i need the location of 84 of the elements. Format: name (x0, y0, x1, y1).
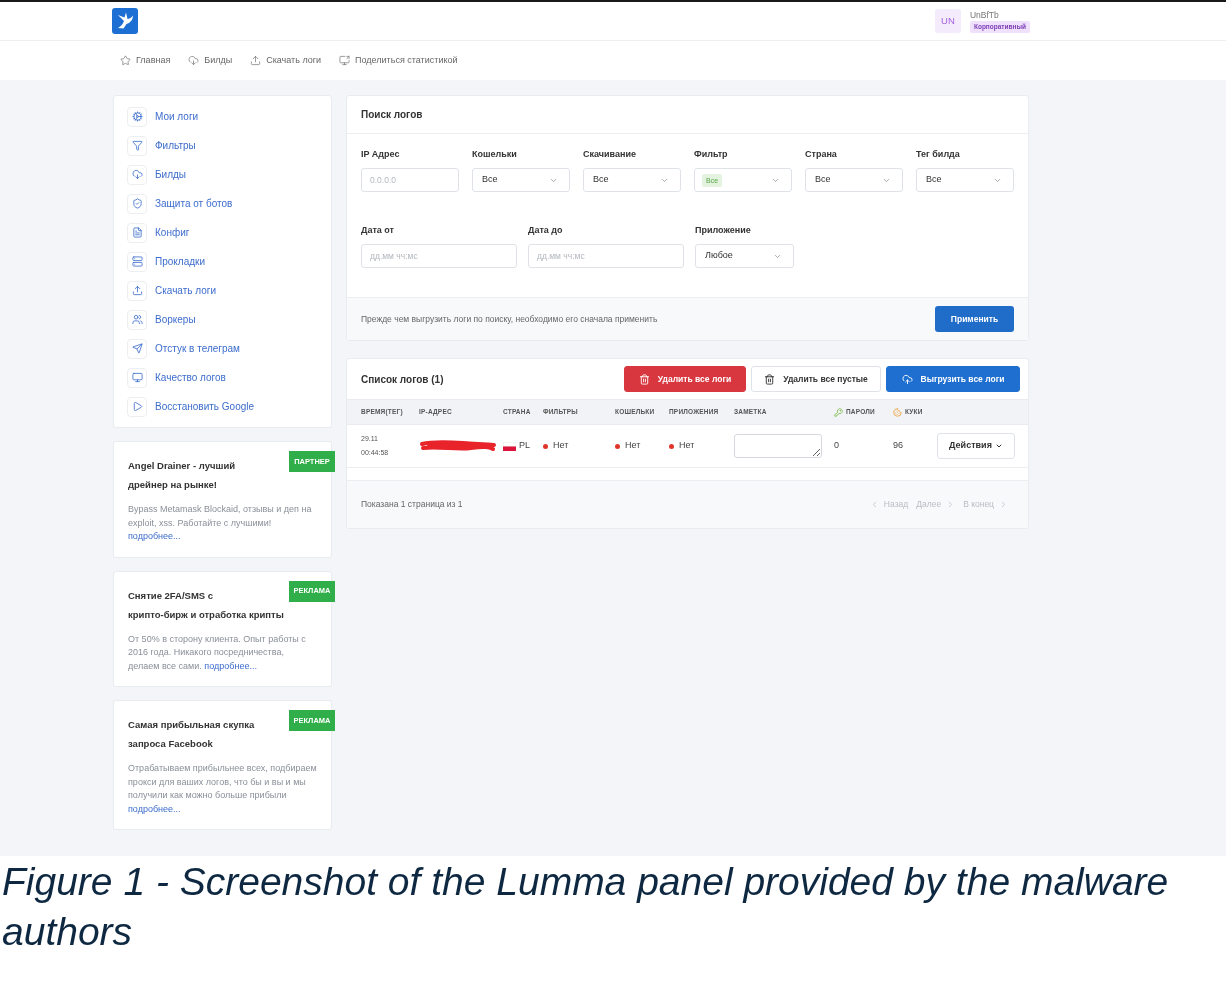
flag-icon (503, 441, 516, 451)
dropdown[interactable]: Все (472, 168, 570, 192)
upload-icon (127, 280, 147, 301)
dropdown[interactable]: Все (916, 168, 1014, 192)
toolbar-button[interactable]: Удалить все логи (624, 366, 746, 392)
more-link[interactable]: подробнее... (128, 803, 181, 814)
field-label: Кошельки (472, 148, 518, 160)
server-icon (127, 251, 147, 272)
cookie-icon (893, 407, 902, 417)
text-field[interactable]: дд.мм чч:мс (528, 244, 684, 268)
more-link[interactable]: подробнее... (128, 531, 181, 541)
monitor-icon (127, 367, 147, 388)
user-avatar[interactable]: UN (934, 9, 961, 33)
status-text: Нет (625, 439, 641, 453)
chevron-down-icon (994, 442, 1003, 450)
cloud-upload-icon (901, 373, 913, 385)
nav-link[interactable]: Билды (188, 53, 233, 68)
star-icon (120, 55, 131, 66)
cookie-count: 96 (893, 439, 904, 453)
field-label: Приложение (695, 224, 752, 236)
country-code: PL (519, 439, 530, 453)
sidebar-item[interactable]: Билды (127, 160, 318, 189)
sidebar-item[interactable]: Конфиг (127, 218, 318, 247)
text-field[interactable]: 0.0.0.0 (361, 168, 459, 192)
sidebar-item[interactable]: Прокладки (127, 247, 318, 276)
sidebar-item[interactable]: Фильтры (127, 131, 318, 160)
cloud-download-icon (188, 55, 200, 66)
chevron-right-icon (999, 500, 1008, 509)
sidebar-item[interactable]: Мои логи (127, 102, 318, 131)
hint-text: Прежде чем выгрузить логи по поиску, необходимо его сначала применить (361, 312, 658, 326)
toolbar-button[interactable]: Удалить все пустые (751, 366, 881, 392)
sidebar-item[interactable]: Качество логов (127, 363, 318, 392)
apply-button[interactable]: Применить (935, 306, 1014, 332)
ad-description: От 50% в сторону клиента. Опыт работы с 2016 года. Никакого посредничества, делаем все сами. подробнее... (128, 632, 307, 673)
nav-link[interactable]: Поделиться статистикой (339, 53, 458, 68)
sidebar-item[interactable]: Восстановить Google (127, 392, 318, 421)
document-icon (127, 222, 147, 243)
bird-logo[interactable] (112, 8, 138, 34)
status-text: Нет (679, 439, 695, 453)
field-label: Дата до (528, 224, 564, 236)
note-field[interactable] (734, 434, 822, 458)
dropdown[interactable]: Все (583, 168, 681, 192)
dropdown[interactable]: Любое (695, 244, 794, 268)
nav-link[interactable]: Скачать логи (250, 53, 322, 68)
upload-icon (250, 55, 262, 66)
field-label: Дата от (361, 224, 395, 236)
password-count: 0 (834, 439, 840, 453)
sidebar-item[interactable]: Воркеры (127, 305, 318, 334)
ad-description: Bypass Metamask Blockaid, отзывы и деп на exploit, xss. Работайте с лучшими! подробнее... (128, 503, 313, 543)
panel-title: Поиск логов (361, 108, 423, 122)
cloud-download-icon (127, 164, 147, 185)
field-label: Фильтр (694, 148, 729, 160)
field-label: Скачивание (583, 148, 637, 160)
sidebar-item[interactable]: Отстук в телеграм (127, 334, 318, 363)
more-link[interactable]: подробнее... (204, 660, 257, 671)
toolbar-button[interactable]: Выгрузить все логи (886, 366, 1020, 392)
ad-title: Снятие 2FA/SMS с крипто-бирж и отработка крипты (128, 589, 284, 620)
ad-title: Angel Drainer - лучший дрейнер на рынке! (128, 460, 236, 490)
key-icon (834, 407, 843, 417)
field-label: Страна (805, 148, 838, 160)
trash-icon (764, 373, 776, 385)
users-icon (127, 309, 147, 330)
dropdown[interactable]: Все (805, 168, 903, 192)
filter-icon (127, 135, 147, 156)
sidebar-item[interactable]: Защита от ботов (127, 189, 318, 218)
field-label: Тег билда (916, 148, 961, 160)
play-icon (127, 396, 147, 417)
gear-icon (127, 106, 147, 127)
user-name: UnBfTb (969, 9, 999, 21)
send-icon (127, 338, 147, 359)
trash-icon (638, 373, 650, 385)
screen-share-icon (339, 55, 351, 66)
figure-caption: Figure 1 - Screenshot of the Lumma panel provided by the malware authors (1, 859, 1170, 955)
ad-description: Отрабатываем прибыльнее всех, подбираем прокси для ваших логов, что бы и вы и мы получили как можно больше прибыли подробнее... (128, 762, 317, 816)
nav-link[interactable]: Главная (120, 53, 171, 68)
pagination-summary: Показана 1 страница из 1 (361, 498, 463, 511)
ad-title: Самая прибыльная скупка запроса Facebook (128, 719, 255, 749)
shield-icon (127, 193, 147, 214)
field-label: IP Адрес (361, 148, 401, 160)
status-text: Нет (553, 439, 569, 453)
actions-button[interactable]: Действия (937, 433, 1015, 459)
sidebar-item[interactable]: Скачать логи (127, 276, 318, 305)
panel-title: Список логов (1) (361, 372, 444, 387)
text-field[interactable]: дд.мм чч:мс (361, 244, 517, 268)
